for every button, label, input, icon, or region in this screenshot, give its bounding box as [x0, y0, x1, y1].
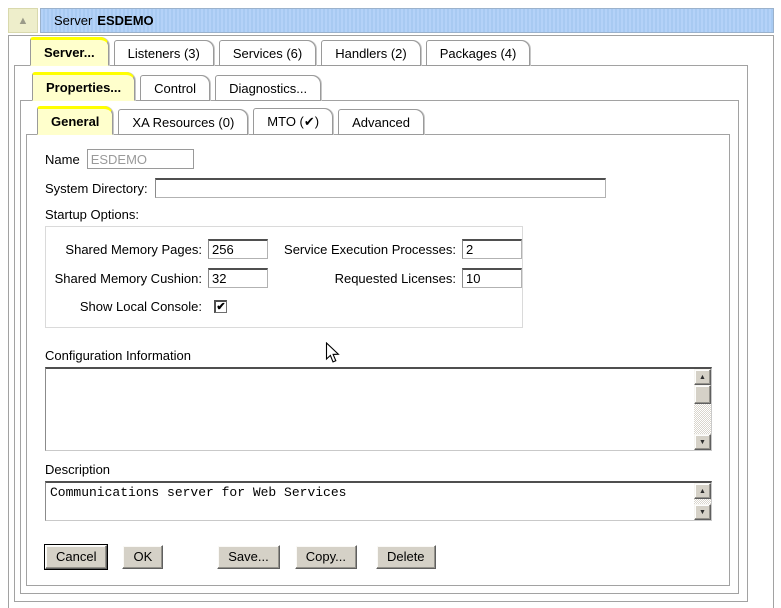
service-execution-processes-label: Service Execution Processes: [272, 242, 460, 257]
scroll-down-icon: ▼ [699, 509, 706, 516]
shared-memory-pages-label: Shared Memory Pages: [46, 242, 206, 257]
scroll-down-icon: ▼ [699, 439, 706, 446]
scroll-down-button[interactable]: ▼ [694, 504, 711, 520]
cancel-button[interactable]: Cancel [45, 545, 107, 569]
page-header: ▲ Server ESDEMO [8, 8, 774, 33]
description-scrollbar[interactable]: ▲ ▼ [694, 483, 711, 520]
startup-options-label: Startup Options: [45, 207, 711, 222]
tab-advanced[interactable]: Advanced [338, 109, 424, 135]
startup-options-grid: Shared Memory Pages: Service Execution P… [46, 239, 522, 288]
configuration-information-label: Configuration Information [45, 348, 711, 363]
tab-properties[interactable]: Properties... [32, 72, 135, 101]
shared-memory-cushion-field[interactable] [208, 268, 268, 288]
description-text: Communications server for Web Services [46, 483, 711, 502]
scroll-up-icon: ▲ [699, 374, 706, 381]
header-server-name: ESDEMO [97, 13, 153, 28]
tab-services[interactable]: Services (6) [219, 40, 316, 66]
general-properties-panel: Name System Directory: Startup Options: … [26, 134, 730, 586]
tab-server[interactable]: Server... [30, 37, 109, 66]
copy-button[interactable]: Copy... [295, 545, 357, 569]
scroll-thumb[interactable] [694, 385, 711, 404]
header-title-prefix: Server [54, 13, 92, 28]
tab-row-level2: Properties... Control Diagnostics... [15, 75, 747, 101]
show-local-console-label: Show Local Console: [46, 299, 206, 314]
description-textarea[interactable]: Communications server for Web Services ▲… [45, 481, 712, 521]
configuration-information-text [46, 369, 711, 373]
scroll-up-button[interactable]: ▲ [694, 369, 711, 385]
shared-memory-cushion-label: Shared Memory Cushion: [46, 271, 206, 286]
tab-handlers[interactable]: Handlers (2) [321, 40, 421, 66]
shared-memory-pages-field[interactable] [208, 239, 268, 259]
show-local-console-row: Show Local Console: ✔ [46, 299, 522, 314]
show-local-console-checkbox[interactable]: ✔ [214, 300, 227, 313]
tab-xa-resources[interactable]: XA Resources (0) [118, 109, 248, 135]
startup-options-group: Shared Memory Pages: Service Execution P… [45, 226, 523, 328]
server-tab-container: Server... Listeners (3) Services (6) Han… [8, 35, 774, 608]
general-tab-container: General XA Resources (0) MTO (✔) Advance… [20, 100, 739, 594]
name-field [87, 149, 194, 169]
configuration-information-textarea[interactable]: ▲ ▼ [45, 367, 712, 451]
name-row: Name [45, 149, 711, 169]
tab-listeners[interactable]: Listeners (3) [114, 40, 214, 66]
properties-tab-container: Properties... Control Diagnostics... Gen… [14, 65, 748, 602]
tab-mto[interactable]: MTO (✔) [253, 108, 333, 135]
button-row: Cancel OK Save... Copy... Delete [45, 545, 711, 569]
scroll-down-button[interactable]: ▼ [694, 434, 711, 450]
scroll-up-icon: ▲ [699, 488, 706, 495]
delete-button[interactable]: Delete [376, 545, 436, 569]
system-directory-field[interactable] [155, 178, 606, 198]
check-icon: ✔ [216, 302, 225, 313]
system-directory-row: System Directory: [45, 178, 711, 198]
save-button[interactable]: Save... [217, 545, 279, 569]
requested-licenses-field[interactable] [462, 268, 522, 288]
tab-row-level3: General XA Resources (0) MTO (✔) Advance… [21, 108, 738, 135]
description-label: Description [45, 462, 711, 477]
collapse-toggle[interactable]: ▲ [8, 8, 38, 33]
tab-control[interactable]: Control [140, 75, 210, 101]
system-directory-label: System Directory: [45, 181, 148, 196]
up-triangle-icon: ▲ [18, 15, 29, 27]
tab-general[interactable]: General [37, 106, 113, 135]
service-execution-processes-field[interactable] [462, 239, 522, 259]
tab-packages[interactable]: Packages (4) [426, 40, 531, 66]
header-title-bar: Server ESDEMO [40, 8, 774, 33]
tab-diagnostics[interactable]: Diagnostics... [215, 75, 321, 101]
requested-licenses-label: Requested Licenses: [272, 271, 460, 286]
config-scrollbar[interactable]: ▲ ▼ [694, 369, 711, 450]
ok-button[interactable]: OK [122, 545, 163, 569]
name-label: Name [45, 152, 80, 167]
tab-row-level1: Server... Listeners (3) Services (6) Han… [9, 40, 773, 66]
admin-page: ▲ Server ESDEMO Server... Listeners (3) … [8, 8, 774, 608]
scroll-up-button[interactable]: ▲ [694, 483, 711, 499]
